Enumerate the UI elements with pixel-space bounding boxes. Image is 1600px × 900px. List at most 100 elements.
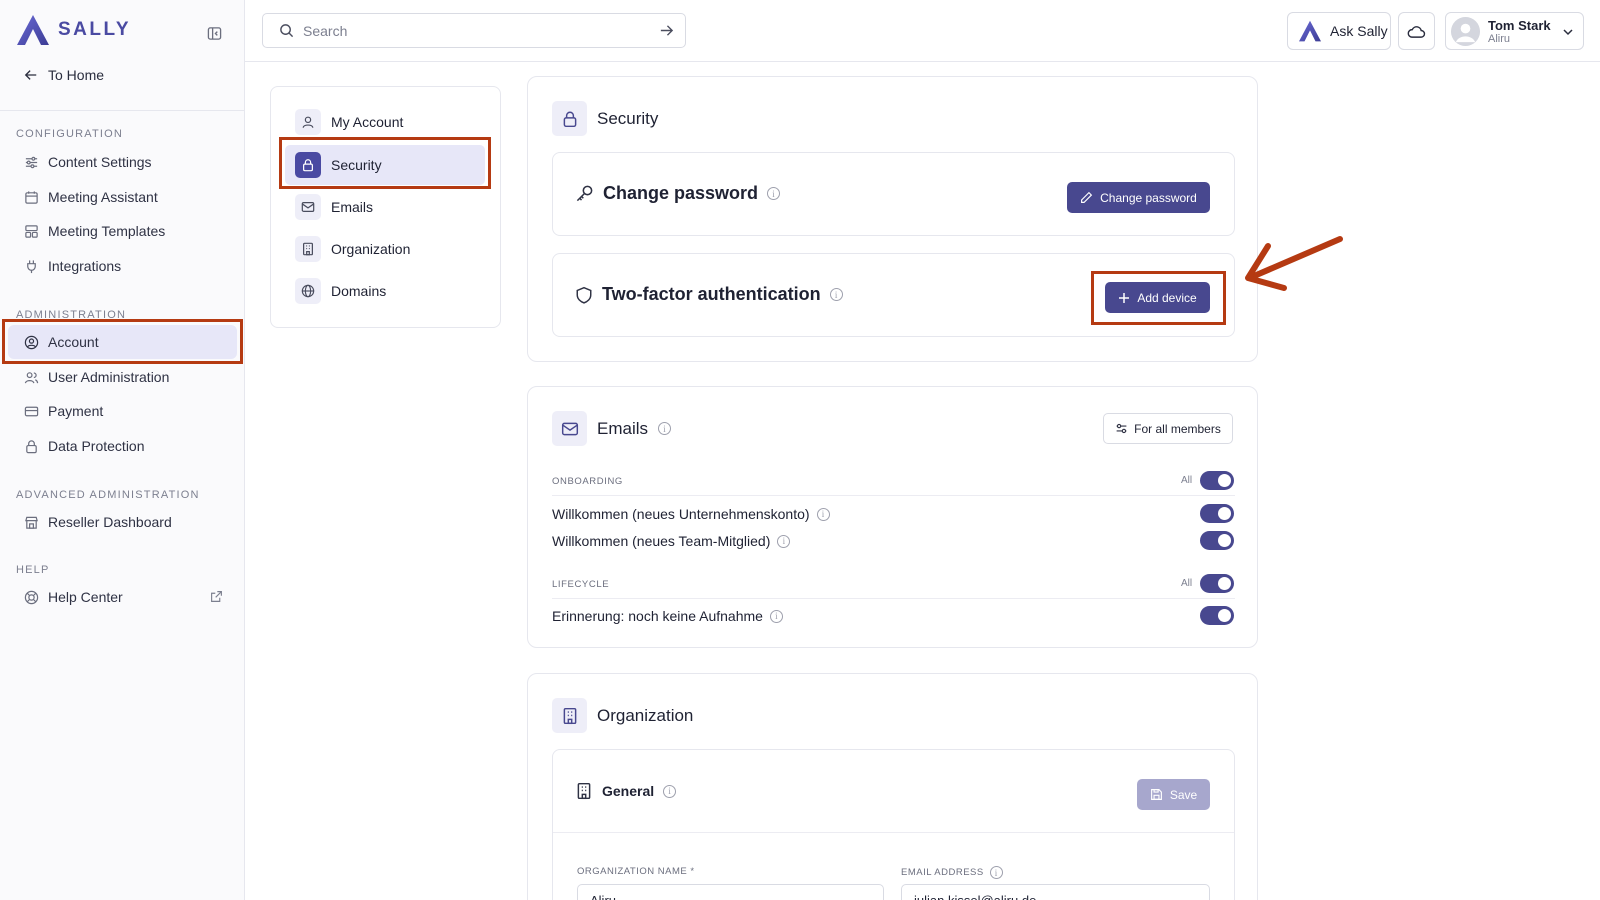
email-address-input[interactable]: [901, 884, 1210, 900]
for-all-members-label: For all members: [1134, 421, 1221, 436]
info-icon[interactable]: i: [989, 866, 1003, 879]
sidebar: SALLY To Home CONFIGURATION Content Sett…: [0, 0, 245, 900]
chevron-down-icon: [1563, 29, 1573, 36]
arrow-left-icon: [24, 70, 37, 80]
annotation-arrow-icon: [1245, 236, 1343, 291]
sidebar-item-data-protection[interactable]: Data Protection: [8, 429, 237, 463]
sidebar-item-label: Payment: [48, 403, 104, 419]
lock-icon: [26, 439, 37, 453]
sliders-icon: [25, 156, 38, 168]
brand-name: SALLY: [58, 19, 132, 40]
sally-logo[interactable]: SALLY: [16, 14, 131, 46]
settings-nav-label: Domains: [331, 283, 387, 299]
users-icon: [24, 371, 39, 383]
general-header: General i: [575, 782, 677, 800]
change-password-panel: Change password i Change password: [552, 152, 1235, 236]
sidebar-item-content-settings[interactable]: Content Settings: [8, 145, 237, 179]
all-label: All: [1181, 578, 1193, 589]
security-title: Security: [597, 108, 659, 128]
shield-icon: [576, 286, 592, 304]
all-label: All: [1181, 475, 1193, 486]
info-icon[interactable]: i: [816, 507, 830, 521]
sidebar-item-label: Reseller Dashboard: [48, 514, 172, 530]
for-all-members-button[interactable]: For all members: [1103, 413, 1233, 444]
toggle-welcome-member[interactable]: [1200, 531, 1234, 550]
settings-nav-emails[interactable]: Emails: [285, 187, 485, 227]
user-organization: Aliru: [1488, 32, 1511, 45]
organization-name-input[interactable]: [577, 884, 884, 900]
settings-nav-my-account[interactable]: My Account: [285, 102, 485, 142]
search-icon: [280, 24, 294, 38]
arrow-right-icon[interactable]: [659, 23, 674, 38]
sidebar-divider: [0, 110, 245, 111]
sidebar-item-label: Data Protection: [48, 438, 145, 454]
highlight-account-box: [2, 319, 243, 364]
email-row-welcome-company: Willkommen (neues Unternehmenskonto) i: [552, 506, 830, 522]
calendar-icon: [25, 190, 38, 204]
to-home-label: To Home: [48, 67, 105, 83]
security-card-header: Security: [552, 101, 658, 136]
email-row-reminder: Erinnerung: noch keine Aufnahme i: [552, 608, 783, 624]
group-label-onboarding: ONBOARDING: [552, 476, 623, 487]
to-home-link[interactable]: To Home: [24, 67, 104, 83]
search-box[interactable]: [262, 13, 686, 48]
info-icon[interactable]: i: [658, 422, 672, 435]
template-icon: [25, 224, 38, 238]
settings-nav-domains[interactable]: Domains: [285, 271, 485, 311]
building-icon: [577, 782, 591, 800]
toggle-reminder[interactable]: [1200, 606, 1234, 625]
search-input[interactable]: [303, 22, 643, 39]
info-icon[interactable]: i: [829, 288, 843, 301]
settings-nav: My Account Security Emails Organization …: [270, 86, 501, 328]
panel-divider: [553, 832, 1234, 833]
save-button[interactable]: Save: [1137, 779, 1210, 810]
group-divider: [552, 598, 1235, 599]
ask-sally-label: Ask Sally: [1330, 23, 1388, 39]
store-icon: [25, 516, 38, 529]
mail-icon: [295, 194, 321, 220]
user-icon: [295, 109, 321, 135]
sidebar-item-help-center[interactable]: Help Center: [8, 580, 237, 614]
info-icon[interactable]: i: [767, 187, 781, 200]
info-icon[interactable]: i: [777, 534, 791, 548]
email-address-label-text: EMAIL ADDRESS: [901, 867, 984, 878]
plug-icon: [27, 259, 36, 273]
sidebar-item-integrations[interactable]: Integrations: [8, 249, 237, 283]
user-avatar-icon: [1451, 16, 1480, 46]
sidebar-item-label: Content Settings: [48, 154, 152, 170]
highlight-add-device-box: [1091, 271, 1226, 325]
organization-name-label-text: ORGANIZATION NAME *: [577, 866, 695, 877]
sidebar-item-meeting-assistant[interactable]: Meeting Assistant: [8, 180, 237, 214]
sally-icon: [1299, 20, 1321, 42]
user-menu-button[interactable]: Tom Stark Aliru: [1445, 12, 1584, 50]
sidebar-item-label: Meeting Assistant: [48, 189, 158, 205]
toggle-welcome-company[interactable]: [1200, 504, 1234, 523]
building-icon: [552, 698, 587, 733]
sidebar-item-user-administration[interactable]: User Administration: [8, 360, 237, 394]
ask-sally-button[interactable]: Ask Sally: [1287, 12, 1391, 50]
info-icon[interactable]: i: [663, 784, 677, 798]
cloud-icon: [1407, 25, 1426, 38]
save-button-label: Save: [1169, 787, 1198, 802]
globe-icon: [295, 278, 321, 304]
settings-nav-organization[interactable]: Organization: [285, 229, 485, 269]
section-title-help: HELP: [16, 564, 50, 576]
sidebar-item-payment[interactable]: Payment: [8, 394, 237, 428]
collapse-sidebar-icon[interactable]: [204, 23, 224, 43]
toggle-lifecycle-all[interactable]: [1200, 574, 1234, 593]
cloud-button[interactable]: [1398, 12, 1435, 50]
key-icon: [576, 185, 593, 202]
building-icon: [295, 236, 321, 262]
change-password-button[interactable]: Change password: [1067, 182, 1210, 213]
save-icon: [1150, 789, 1162, 800]
toggle-onboarding-all[interactable]: [1200, 471, 1234, 490]
info-icon[interactable]: i: [769, 609, 783, 623]
section-title-advanced-administration: ADVANCED ADMINISTRATION: [16, 489, 200, 501]
email-row-label: Erinnerung: noch keine Aufnahme: [552, 608, 763, 624]
mail-icon: [552, 411, 587, 446]
user-name: Tom Stark: [1488, 17, 1551, 33]
avatar: [1451, 16, 1480, 46]
general-title: General: [602, 783, 655, 799]
sidebar-item-meeting-templates[interactable]: Meeting Templates: [8, 214, 237, 248]
sidebar-item-reseller-dashboard[interactable]: Reseller Dashboard: [8, 505, 237, 539]
